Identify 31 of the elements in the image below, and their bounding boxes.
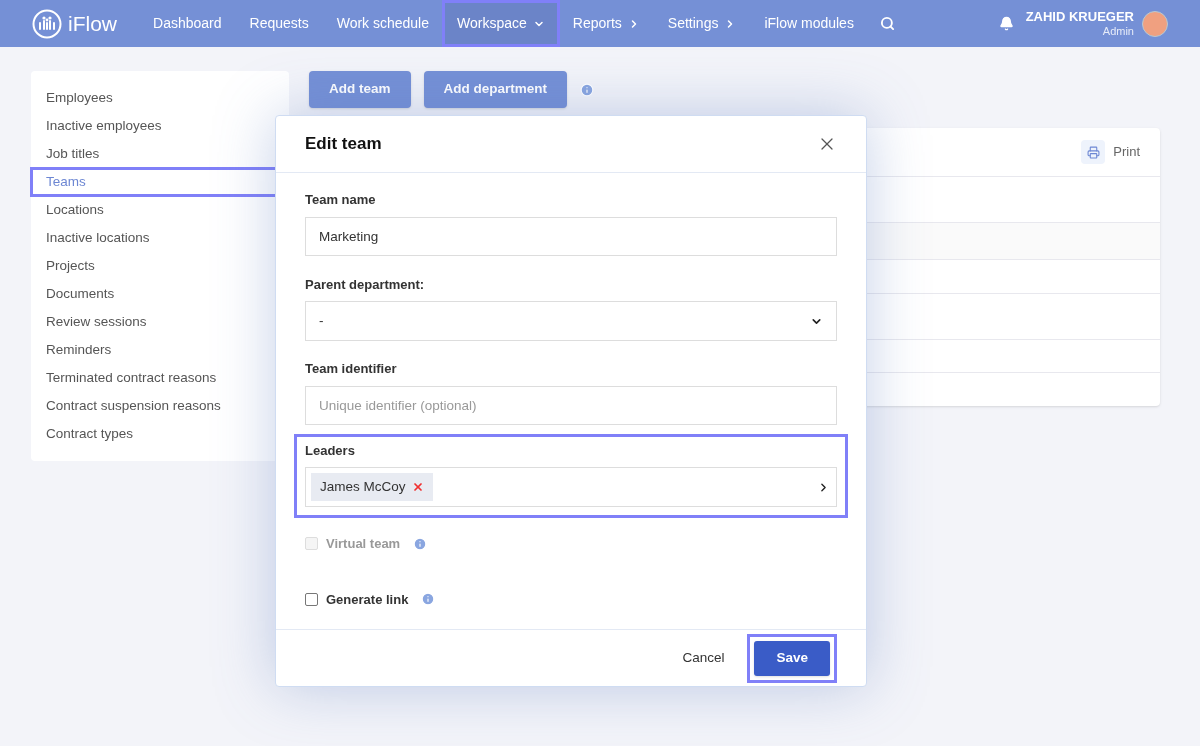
team-name-field[interactable]: Marketing xyxy=(305,216,837,256)
field-label: Team name xyxy=(305,191,377,209)
search-icon[interactable] xyxy=(879,16,895,31)
parent-department-select[interactable]: - xyxy=(305,301,837,341)
sidebar-item[interactable]: Employees xyxy=(31,84,289,112)
nav-item[interactable]: Workspace xyxy=(443,1,559,46)
print-icon[interactable] xyxy=(1081,140,1106,164)
info-icon xyxy=(580,82,595,97)
logo-icon xyxy=(32,8,62,39)
field-label: Team identifier xyxy=(305,360,398,378)
info-icon xyxy=(421,592,436,607)
checkbox-label: Virtual team xyxy=(326,535,401,553)
field-label: Parent department: xyxy=(305,275,426,294)
user-name: ZAHID KRUEGER xyxy=(1025,9,1134,24)
team-identifier-field[interactable]: Unique identifier (optional) xyxy=(305,385,837,425)
remove-icon[interactable] xyxy=(411,481,424,493)
dialog-title: Edit team xyxy=(305,133,382,156)
checkbox[interactable] xyxy=(305,592,318,606)
info-icon xyxy=(413,536,428,551)
tag-label: James McCoy xyxy=(320,477,406,496)
checkbox-label: Generate link xyxy=(326,590,409,609)
app-logo-text: iFlow xyxy=(68,10,117,37)
save-button[interactable]: Save xyxy=(754,640,830,676)
user-role: Admin xyxy=(1102,23,1134,38)
field-label: Leaders xyxy=(305,441,356,460)
print-link[interactable]: Print xyxy=(1113,142,1140,162)
cancel-button[interactable]: Cancel xyxy=(682,647,725,669)
bell-icon[interactable] xyxy=(998,16,1014,31)
avatar[interactable] xyxy=(1142,10,1168,37)
sidebar-item[interactable]: Teams xyxy=(31,168,289,196)
leaders-field[interactable]: James McCoy xyxy=(305,467,837,507)
